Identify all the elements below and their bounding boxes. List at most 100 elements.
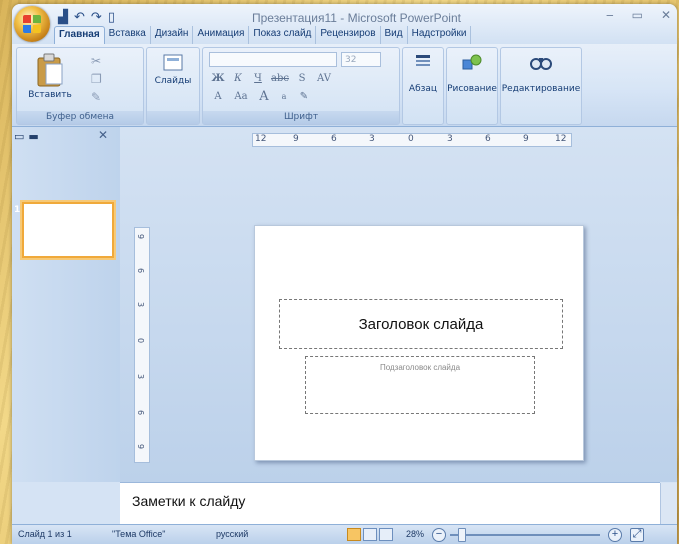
font-name-input[interactable] (209, 52, 337, 67)
ruler-mark: 6 (331, 134, 337, 144)
ruler-mark: 9 (136, 443, 146, 450)
ribbon: Вставить ✂ ❐ ✎ Буфер обмена Слайды 32 Ж (12, 44, 677, 127)
office-button[interactable] (14, 6, 50, 42)
slide-sorter-button[interactable] (363, 528, 377, 541)
fit-to-window-icon[interactable]: ⤢ (630, 528, 644, 542)
redo-icon[interactable]: ↷ (91, 10, 102, 26)
title-placeholder[interactable]: Заголовок слайда (279, 299, 563, 349)
slide-thumbnail[interactable] (22, 202, 114, 258)
zoom-out-icon[interactable]: − (432, 528, 446, 542)
grow-font-button[interactable]: A (255, 90, 273, 104)
clipboard-group: Вставить ✂ ❐ ✎ Буфер обмена (16, 47, 144, 125)
zoom-in-icon[interactable]: + (608, 528, 622, 542)
minimize-button[interactable]: ‒ (606, 8, 614, 22)
zoom-slider-track[interactable] (450, 534, 600, 536)
ribbon-tabs: Главная Вставка Дизайн Анимация Показ сл… (54, 26, 472, 45)
paste-label: Вставить (28, 90, 72, 100)
maximize-button[interactable]: ▭ (632, 8, 643, 22)
panel-close-icon[interactable]: ✕ (98, 128, 108, 142)
slides-group-label (147, 111, 199, 124)
vertical-ruler: 9 6 3 0 3 6 9 (134, 227, 150, 463)
subtitle-placeholder[interactable]: Подзаголовок слайда (305, 356, 535, 414)
font-size-input[interactable]: 32 (341, 52, 381, 67)
italic-button[interactable]: К (229, 72, 247, 86)
ruler-mark: 3 (447, 134, 453, 144)
tab-animation[interactable]: Анимация (193, 26, 250, 44)
ruler-mark: 9 (293, 134, 299, 144)
powerpoint-window: ▟ ↶ ↷ ▯ Презентация11 - Microsoft PowerP… (12, 4, 677, 544)
office-logo-icon (23, 15, 41, 33)
notes-scrollbar[interactable] (660, 483, 677, 525)
zoom-level[interactable]: 28% (406, 529, 424, 539)
paragraph-icon (416, 55, 430, 66)
ruler-mark: 0 (408, 134, 414, 144)
cut-icon[interactable]: ✂ (91, 54, 101, 68)
slide-number: 1 (14, 205, 21, 215)
slide-canvas[interactable]: Заголовок слайда Подзаголовок слайда (254, 225, 584, 461)
slides-tab-icon[interactable]: ▭ (14, 130, 24, 143)
clipboard-group-label: Буфер обмена (17, 111, 143, 124)
font-format-row-2: A Aa A a ✎ (209, 90, 313, 104)
window-title: Презентация11 - Microsoft PowerPoint (252, 11, 461, 25)
theme-name: "Тема Office" (112, 529, 166, 539)
shapes-icon (462, 54, 482, 70)
ruler-mark: 3 (136, 301, 146, 308)
tab-review[interactable]: Рецензиров (316, 26, 381, 44)
close-button[interactable]: ✕ (661, 8, 671, 22)
slide-info: Слайд 1 из 1 (18, 529, 72, 539)
editing-label: Редактирование (501, 84, 581, 94)
paragraph-button[interactable]: Абзац (403, 52, 443, 94)
ruler-mark: 9 (523, 134, 529, 144)
shadow-button[interactable]: S (293, 72, 311, 86)
tab-design[interactable]: Дизайн (151, 26, 194, 44)
paste-button[interactable]: Вставить (23, 52, 77, 100)
clear-format-button[interactable]: A (209, 90, 227, 104)
tab-slideshow[interactable]: Показ слайд (249, 26, 317, 44)
undo-icon[interactable]: ↶ (74, 10, 85, 26)
save-icon[interactable]: ▟ (58, 10, 68, 26)
notes-pane[interactable]: Заметки к слайду (120, 482, 677, 525)
normal-view-button[interactable] (347, 528, 361, 541)
shrink-font-button[interactable]: a (275, 90, 293, 104)
font-color-button[interactable]: ✎ (295, 90, 313, 104)
tab-insert[interactable]: Вставка (105, 26, 151, 44)
drawing-label: Рисование (447, 84, 497, 94)
format-painter-icon[interactable]: ✎ (91, 90, 101, 104)
ruler-mark: 9 (136, 233, 146, 240)
slideshow-view-button[interactable] (379, 528, 393, 541)
drawing-group: Рисование (446, 47, 498, 125)
horizontal-ruler: 12 9 6 3 0 3 6 9 12 (252, 133, 572, 147)
paste-icon (37, 53, 63, 87)
ruler-mark: 3 (136, 373, 146, 380)
font-group-label: Шрифт (203, 111, 399, 124)
underline-button[interactable]: Ч (249, 72, 267, 86)
zoom-slider-knob[interactable] (458, 528, 466, 542)
slides-button[interactable]: Слайды (149, 52, 197, 86)
tab-addins[interactable]: Надстройки (408, 26, 472, 44)
paragraph-label: Абзац (408, 84, 438, 94)
new-document-icon[interactable]: ▯ (108, 10, 115, 26)
spacing-button[interactable]: AV (313, 72, 335, 86)
slides-label: Слайды (154, 76, 192, 86)
change-case-button[interactable]: Aa (229, 90, 253, 104)
font-group: 32 Ж К Ч abc S AV A Aa A a ✎ Шрифт (202, 47, 400, 125)
copy-icon[interactable]: ❐ (91, 72, 102, 86)
outline-tab-icon[interactable]: ▬ (28, 130, 38, 143)
font-format-row-1: Ж К Ч abc S AV (209, 72, 335, 86)
title-bar: ▟ ↶ ↷ ▯ Презентация11 - Microsoft PowerP… (12, 4, 677, 45)
slides-group: Слайды (146, 47, 200, 125)
strikethrough-button[interactable]: abc (269, 72, 291, 86)
language-indicator[interactable]: русский (216, 529, 248, 539)
tab-view[interactable]: Вид (381, 26, 408, 44)
ruler-mark: 12 (255, 134, 267, 144)
bold-button[interactable]: Ж (209, 72, 227, 86)
tab-home[interactable]: Главная (54, 26, 105, 45)
slides-panel: ▭ ▬ ✕ 1 (12, 127, 121, 482)
editing-button[interactable]: Редактирование (501, 52, 581, 94)
notes-placeholder: Заметки к слайду (132, 493, 246, 509)
ruler-mark: 3 (369, 134, 375, 144)
slide-edit-area: 12 9 6 3 0 3 6 9 12 9 6 3 0 3 6 9 Заголо… (120, 127, 677, 482)
panel-tabs: ▭ ▬ (14, 129, 39, 143)
ruler-mark: 6 (485, 134, 491, 144)
drawing-button[interactable]: Рисование (447, 52, 497, 94)
